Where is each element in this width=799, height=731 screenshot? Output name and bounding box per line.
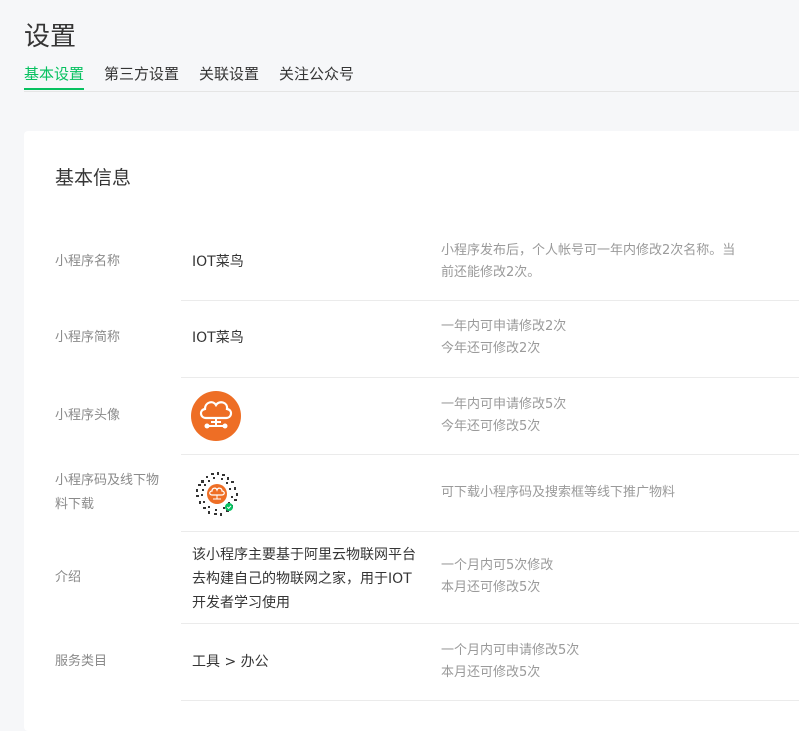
row-label: 服务类目 <box>55 654 108 669</box>
tip-line: 小程序发布后，个人帐号可一年内修改2次名称。当 <box>441 243 736 258</box>
mini-program-code-icon[interactable] <box>191 468 243 520</box>
tab-follow-official-account[interactable]: 关注公众号 <box>279 60 354 90</box>
row-label: 小程序名称 <box>55 254 121 269</box>
row-mini-program-short-name: 小程序简称 IOT菜鸟 一年内可申请修改2次 今年还可修改2次 <box>24 301 799 378</box>
introduction-value: 该小程序主要基于阿里云物联网平台 去构建自己的物联网之家，用于IOT 开发者学习… <box>192 543 424 615</box>
row-tip: 一年内可申请修改2次 今年还可修改2次 <box>441 316 771 360</box>
label-line: 小程序码及线下物 <box>55 473 160 488</box>
row-tip: 一个月内可5次修改 本月还可修改5次 <box>441 555 771 599</box>
tab-related-settings[interactable]: 关联设置 <box>199 60 259 90</box>
row-mini-program-avatar: 小程序头像 一年内可申请修改5次 今年还可修改5次 <box>24 378 799 455</box>
mini-program-name-value: IOT菜鸟 <box>192 254 244 270</box>
row-label: 小程序简称 <box>55 330 121 345</box>
row-tip: 可下载小程序码及搜索框等线下推广物料 <box>441 482 771 504</box>
value-line: 去构建自己的物联网之家，用于IOT <box>192 571 412 587</box>
tip-line: 一年内可申请修改5次 <box>441 397 567 412</box>
row-service-category: 服务类目 工具 > 办公 一个月内可申请修改5次 本月还可修改5次 <box>24 624 799 701</box>
row-tip: 一年内可申请修改5次 今年还可修改5次 <box>441 394 771 438</box>
row-label: 介绍 <box>55 570 82 585</box>
tip-line: 一个月内可5次修改 <box>441 558 554 573</box>
value-line: 该小程序主要基于阿里云物联网平台 <box>192 547 416 563</box>
row-label: 小程序头像 <box>55 408 121 423</box>
value-line: 开发者学习使用 <box>192 595 290 611</box>
tip-line: 今年还可修改2次 <box>441 341 541 356</box>
basic-info-title: 基本信息 <box>55 167 132 189</box>
basic-info-card: 基本信息 小程序名称 IOT菜鸟 小程序发布后，个人帐号可一年内修改2次名称。当… <box>24 131 799 731</box>
mini-program-short-name-value: IOT菜鸟 <box>192 330 244 346</box>
row-tip: 小程序发布后，个人帐号可一年内修改2次名称。当 前还能修改2次。 <box>441 240 771 284</box>
tip-line: 可下载小程序码及搜索框等线下推广物料 <box>441 485 676 500</box>
row-introduction: 介绍 该小程序主要基于阿里云物联网平台 去构建自己的物联网之家，用于IOT 开发… <box>24 532 799 624</box>
row-label: 小程序码及线下物 料下载 <box>55 469 173 517</box>
tip-line: 本月还可修改5次 <box>441 665 541 680</box>
service-category-value: 工具 > 办公 <box>192 654 269 670</box>
page-title: 设置 <box>24 22 77 53</box>
tip-line: 一个月内可申请修改5次 <box>441 643 580 658</box>
tip-line: 本月还可修改5次 <box>441 580 541 595</box>
row-tip: 一个月内可申请修改5次 本月还可修改5次 <box>441 640 771 684</box>
settings-tabs: 基本设置 第三方设置 关联设置 关注公众号 <box>24 60 799 92</box>
label-line: 料下载 <box>55 497 95 512</box>
cloud-network-icon[interactable] <box>191 391 241 441</box>
tip-line: 前还能修改2次。 <box>441 265 541 280</box>
tab-third-party-settings[interactable]: 第三方设置 <box>104 60 179 90</box>
tip-line: 今年还可修改5次 <box>441 419 541 434</box>
row-mini-program-code: 小程序码及线下物 料下载 可下载小程序码及搜索框等线下推广物料 <box>24 455 799 532</box>
tab-basic-settings[interactable]: 基本设置 <box>24 60 85 90</box>
row-mini-program-name: 小程序名称 IOT菜鸟 小程序发布后，个人帐号可一年内修改2次名称。当 前还能修… <box>24 223 799 301</box>
tip-line: 一年内可申请修改2次 <box>441 319 567 334</box>
